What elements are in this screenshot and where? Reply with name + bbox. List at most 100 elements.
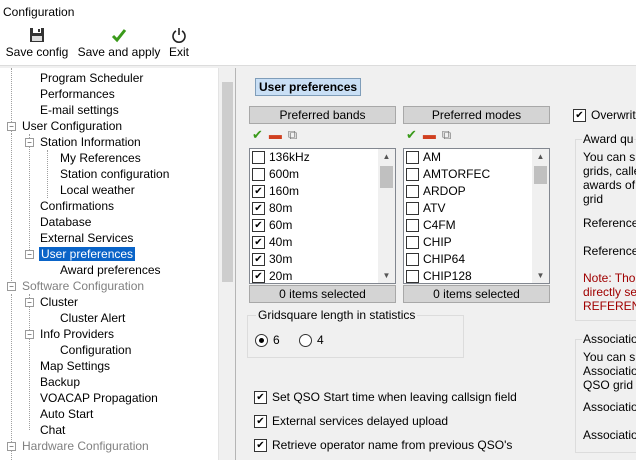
- tree-scroll-thumb[interactable]: [222, 82, 233, 282]
- band-list-item[interactable]: ✔ 60m: [250, 217, 395, 234]
- collapse-icon[interactable]: −: [25, 298, 34, 307]
- mode-list-item[interactable]: CHIP128: [404, 268, 549, 283]
- check-all-icon[interactable]: ✔: [252, 126, 263, 144]
- ext-upload-checkbox[interactable]: ✔: [254, 415, 267, 428]
- list-checkbox[interactable]: [406, 219, 419, 232]
- tree-item-software-configuration[interactable]: Software Configuration: [22, 278, 144, 294]
- scroll-down-icon[interactable]: ▼: [532, 268, 549, 283]
- collapse-icon[interactable]: −: [25, 138, 34, 147]
- list-checkbox[interactable]: [406, 151, 419, 164]
- tree-item-user-preferences[interactable]: User preferences: [39, 246, 136, 262]
- band-list-item[interactable]: ✔ 40m: [250, 234, 395, 251]
- tree-item-configuration[interactable]: Configuration: [60, 342, 131, 358]
- tree-item-voacap-propagation[interactable]: VOACAP Propagation: [40, 390, 158, 406]
- tree-item-performances[interactable]: Performances: [40, 86, 115, 102]
- list-checkbox[interactable]: ✔: [252, 270, 265, 283]
- config-tree[interactable]: Program Scheduler Performances E-mail se…: [0, 68, 236, 460]
- power-icon: [166, 27, 192, 45]
- modes-scroll-thumb[interactable]: [534, 166, 547, 184]
- tree-item-station-information[interactable]: Station Information: [40, 134, 141, 150]
- tree-item-cluster-alert[interactable]: Cluster Alert: [60, 310, 125, 326]
- mode-list-item[interactable]: CHIP64: [404, 251, 549, 268]
- grid-4-radio[interactable]: [299, 334, 312, 347]
- save-config-button[interactable]: Save config: [4, 27, 70, 63]
- list-checkbox[interactable]: [406, 236, 419, 249]
- association-legend: Associatio: [582, 332, 636, 346]
- tree-item-user-configuration[interactable]: User Configuration: [22, 118, 122, 134]
- exit-button[interactable]: Exit: [166, 27, 192, 63]
- modes-scrollbar[interactable]: ▲ ▼: [532, 149, 549, 283]
- list-checkbox[interactable]: ✔: [252, 253, 265, 266]
- grid-6-radio[interactable]: [255, 334, 268, 347]
- window-icon[interactable]: ⧉: [442, 126, 451, 144]
- bands-list[interactable]: 136kHz 600m ✔ 160m ✔ 80m ✔ 60m ✔ 40m ✔ 30m ✔ 20m ▲ ▼: [249, 148, 396, 284]
- mode-list-item[interactable]: C4FM: [404, 217, 549, 234]
- window-icon[interactable]: ⧉: [288, 126, 297, 144]
- check-all-icon[interactable]: ✔: [406, 126, 417, 144]
- assoc-field-label-2: Associatio: [583, 428, 636, 442]
- modes-list[interactable]: AM AMTORFEC ARDOP ATV C4FM CHIP CHIP64 CHIP128 …: [403, 148, 550, 284]
- list-item-label: 30m: [269, 252, 293, 266]
- tree-item-station-configuration[interactable]: Station configuration: [60, 166, 169, 182]
- list-checkbox[interactable]: [406, 270, 419, 283]
- band-list-item[interactable]: ✔ 160m: [250, 183, 395, 200]
- remove-icon[interactable]: ▬: [269, 126, 282, 144]
- tree-item-award-preferences[interactable]: Award preferences: [60, 262, 161, 278]
- tree-scrollbar[interactable]: [218, 68, 235, 460]
- tree-item-chat[interactable]: Chat: [40, 422, 65, 438]
- list-item-label: ARDOP: [423, 184, 466, 198]
- collapse-icon[interactable]: −: [25, 330, 34, 339]
- qso-start-checkbox[interactable]: ✔: [254, 391, 267, 404]
- list-checkbox[interactable]: [406, 253, 419, 266]
- list-checkbox[interactable]: ✔: [252, 202, 265, 215]
- band-list-item[interactable]: ✔ 80m: [250, 200, 395, 217]
- assoc-field-label-1: Associatio: [583, 400, 636, 414]
- list-checkbox[interactable]: ✔: [252, 219, 265, 232]
- band-list-item[interactable]: ✔ 20m: [250, 268, 395, 283]
- list-checkbox[interactable]: [406, 168, 419, 181]
- tree-item-local-weather[interactable]: Local weather: [60, 182, 135, 198]
- tree-item-my-references[interactable]: My References: [60, 150, 141, 166]
- tree-item-database[interactable]: Database: [40, 214, 91, 230]
- scroll-up-icon[interactable]: ▲: [378, 149, 395, 164]
- mode-list-item[interactable]: CHIP: [404, 234, 549, 251]
- scroll-down-icon[interactable]: ▼: [378, 268, 395, 283]
- band-list-item[interactable]: 136kHz: [250, 149, 395, 166]
- collapse-icon[interactable]: −: [25, 250, 34, 259]
- retrieve-name-checkbox[interactable]: ✔: [254, 439, 267, 452]
- collapse-icon[interactable]: −: [7, 122, 16, 131]
- list-checkbox[interactable]: [252, 168, 265, 181]
- tree-item-cluster[interactable]: Cluster: [40, 294, 78, 310]
- tree-item-auto-start[interactable]: Auto Start: [40, 406, 93, 422]
- title-bar: Configuration: [0, 0, 636, 25]
- list-checkbox[interactable]: ✔: [252, 185, 265, 198]
- band-list-item[interactable]: ✔ 30m: [250, 251, 395, 268]
- band-list-item[interactable]: 600m: [250, 166, 395, 183]
- tree-item-hardware-configuration[interactable]: Hardware Configuration: [22, 438, 149, 454]
- list-checkbox[interactable]: [406, 202, 419, 215]
- tree-item-email-settings[interactable]: E-mail settings: [40, 102, 119, 118]
- list-checkbox[interactable]: [252, 151, 265, 164]
- scroll-up-icon[interactable]: ▲: [532, 149, 549, 164]
- list-checkbox[interactable]: ✔: [252, 236, 265, 249]
- tree-item-external-services[interactable]: External Services: [40, 230, 133, 246]
- bands-scroll-thumb[interactable]: [380, 166, 393, 188]
- mode-list-item[interactable]: ARDOP: [404, 183, 549, 200]
- tree-line: [29, 134, 30, 256]
- award-desc-line-4: grid: [583, 192, 604, 206]
- mode-list-item[interactable]: ATV: [404, 200, 549, 217]
- bands-scrollbar[interactable]: ▲ ▼: [378, 149, 395, 283]
- save-and-apply-button[interactable]: Save and apply: [76, 27, 162, 63]
- mode-list-item[interactable]: AMTORFEC: [404, 166, 549, 183]
- tree-item-map-settings[interactable]: Map Settings: [40, 358, 110, 374]
- remove-icon[interactable]: ▬: [423, 126, 436, 144]
- collapse-icon[interactable]: −: [7, 282, 16, 291]
- tree-item-confirmations[interactable]: Confirmations: [40, 198, 114, 214]
- collapse-icon[interactable]: −: [7, 442, 16, 451]
- overwrite-checkbox[interactable]: ✔: [573, 109, 586, 122]
- list-checkbox[interactable]: [406, 185, 419, 198]
- mode-list-item[interactable]: AM: [404, 149, 549, 166]
- tree-item-program-scheduler[interactable]: Program Scheduler: [40, 70, 143, 86]
- tree-item-backup[interactable]: Backup: [40, 374, 80, 390]
- tree-item-info-providers[interactable]: Info Providers: [40, 326, 114, 342]
